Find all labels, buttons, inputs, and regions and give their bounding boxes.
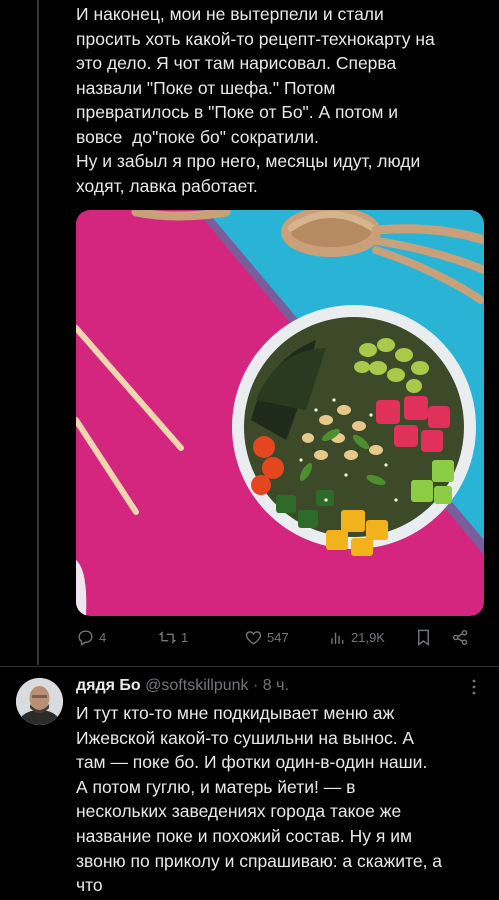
reply-line: нескольких заведениях города такое же — [76, 801, 402, 822]
retweet-button[interactable]: 1 — [158, 628, 188, 647]
reply-line: А потом гуглю, и матерь йети! — в — [76, 776, 356, 797]
reply-text: И тут кто-то мне подкидывает меню аж Иже… — [76, 701, 488, 898]
poke-bowl-photo — [76, 210, 484, 616]
reply-count: 4 — [99, 630, 107, 645]
reply-line: там — поке бо. И фотки один-в-один наши. — [76, 752, 428, 773]
like-count: 547 — [267, 630, 289, 645]
reply-icon — [78, 630, 93, 646]
post-time[interactable]: 8 ч. — [263, 677, 289, 694]
retweet-icon — [158, 631, 177, 644]
share-button[interactable] — [451, 628, 470, 647]
tweet-line: И наконец, мои не вытерпели и стали — [76, 4, 384, 24]
tweet-line: превратилось в "Поке от Бо". А потом и — [76, 102, 399, 122]
tweet-line: назвали "Поке от шефа." Потом — [76, 77, 336, 98]
reply-line: И тут кто-то мне подкидывает меню аж — [76, 703, 395, 723]
tweet-line: вовсе до"поке бо" сократили. — [76, 126, 319, 147]
tweet-text: И наконец, мои не вытерпели и стали прос… — [76, 2, 486, 198]
reply-header: дядя Бо @softskillpunk · 8 ч. — [76, 675, 486, 697]
author-name[interactable]: дядя Бо — [76, 677, 141, 694]
share-icon — [452, 629, 468, 646]
bookmark-button[interactable] — [414, 628, 433, 647]
retweet-count: 1 — [181, 630, 189, 645]
divider — [0, 666, 499, 667]
avatar[interactable] — [16, 678, 63, 725]
more-icon[interactable] — [465, 678, 483, 696]
views-icon — [331, 632, 344, 644]
reply-line: название поке и похожий состав. Ну я им — [76, 825, 413, 846]
reply-line: Ижевской какой-то сушильни на вынос. А — [76, 727, 415, 748]
reply-button[interactable]: 4 — [76, 628, 106, 647]
views-count: 21,9K — [351, 630, 385, 645]
tweet-line: ходят, лавка работает. — [76, 175, 258, 196]
separator: · — [253, 677, 259, 694]
tweet-actions: 4 1 547 21,9K — [76, 628, 476, 654]
tweet-photo[interactable] — [76, 210, 484, 616]
bookmark-icon — [418, 629, 429, 647]
tweet-line: это дело. Я чот там нарисовал. Сперва — [76, 53, 397, 73]
author-handle[interactable]: @softskillpunk — [145, 677, 248, 694]
tweet-line: просить хоть какой-то рецепт-технокарту … — [76, 28, 435, 49]
user-avatar-photo — [16, 678, 63, 725]
views-button[interactable]: 21,9K — [328, 628, 385, 647]
reply-line: звоню по приколу и спрашиваю: а скажите,… — [76, 850, 443, 871]
like-button[interactable]: 547 — [244, 628, 289, 647]
heart-icon — [245, 631, 262, 645]
thread-connector-line — [37, 0, 39, 665]
tweet-line: Ну и забыл я про него, месяцы идут, люди — [76, 151, 421, 171]
reply-line: что — [76, 875, 103, 896]
